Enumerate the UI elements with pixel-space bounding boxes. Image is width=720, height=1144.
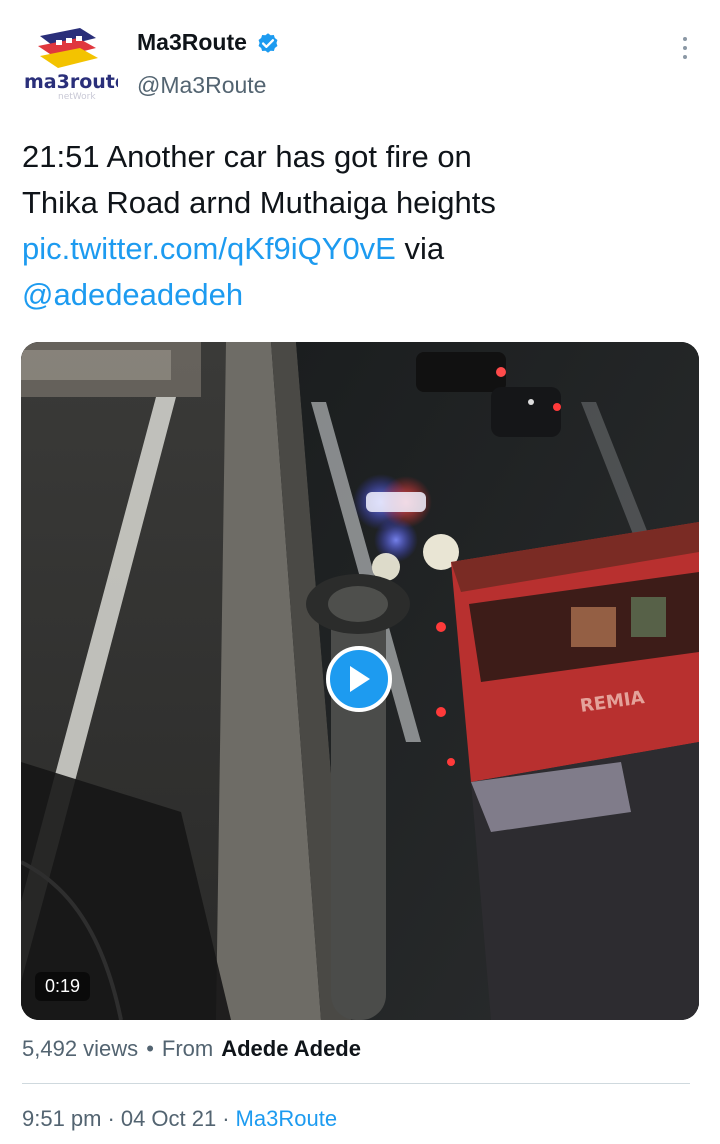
divider <box>22 1083 690 1084</box>
from-user-link[interactable]: Adede Adede <box>221 1036 361 1062</box>
more-dot-icon <box>683 55 687 59</box>
play-button[interactable] <box>326 646 392 712</box>
author-name-text: Ma3Route <box>137 29 247 55</box>
video-duration: 0:19 <box>35 972 91 1001</box>
more-dot-icon <box>683 46 687 50</box>
author-handle[interactable]: @Ma3Route <box>137 72 266 99</box>
avatar[interactable]: ma3route netWork <box>22 22 128 102</box>
tweet-text: 21:51 Another car has got fire on Thika … <box>22 134 702 318</box>
view-count: 5,492 views <box>22 1036 139 1061</box>
tweet-meta-row: 9:51 pm · 04 Oct 21 · Ma3Route <box>22 1106 337 1132</box>
tweet-source-link[interactable]: Ma3Route <box>236 1106 338 1132</box>
more-options-button[interactable] <box>668 28 702 68</box>
svg-text:netWork: netWork <box>58 92 96 102</box>
more-dot-icon <box>683 37 687 41</box>
ma3route-logo: ma3route netWork <box>24 28 128 102</box>
tweet-text-line1: 21:51 Another car has got fire on <box>22 139 472 174</box>
tweet-text-line2: Thika Road arnd Muthaiga heights <box>22 185 496 220</box>
video-player[interactable]: REMIA 0:19 <box>21 342 699 1020</box>
tweet-mention-link[interactable]: @adedeadedeh <box>22 277 243 312</box>
dot-separator: · <box>222 1106 230 1131</box>
tweet-header: ma3route netWork Ma3Route @Ma3Route <box>0 0 720 110</box>
author-name[interactable]: Ma3Route <box>137 29 281 56</box>
from-label: From <box>161 1036 214 1061</box>
tweet-via-text: via <box>404 231 445 266</box>
dot-separator: · <box>107 1106 115 1131</box>
view-count-row: 5,492 views • From Adede Adede <box>22 1036 361 1062</box>
tweet-media-link[interactable]: pic.twitter.com/qKf9iQY0vE <box>22 231 396 266</box>
bullet-separator: • <box>146 1036 154 1061</box>
tweet-time[interactable]: 9:51 pm <box>22 1106 102 1132</box>
tweet-date[interactable]: 04 Oct 21 <box>121 1106 216 1132</box>
verified-badge-icon <box>258 32 278 53</box>
play-icon <box>350 666 370 692</box>
logo-text: ma3route <box>24 71 118 93</box>
